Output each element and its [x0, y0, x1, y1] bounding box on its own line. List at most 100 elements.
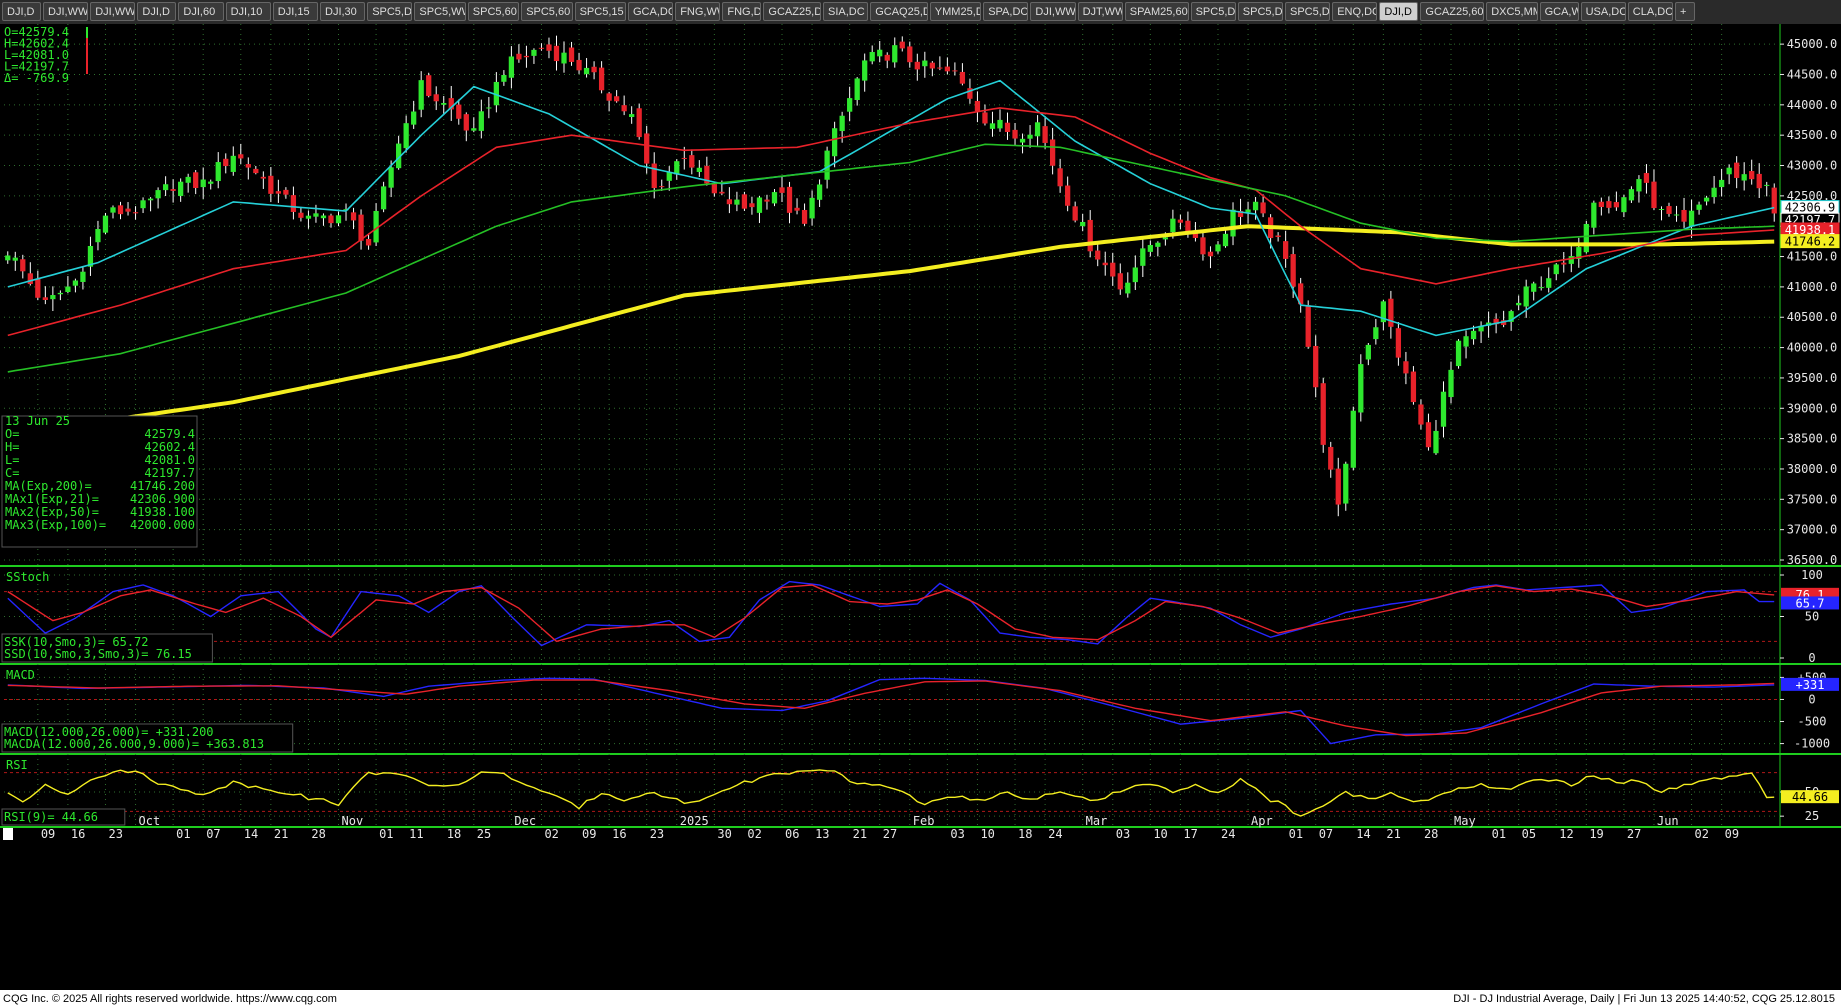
- chart-tab[interactable]: GCAZ25,D: [763, 2, 821, 21]
- candle-body: [328, 215, 334, 224]
- month-label: Nov: [342, 814, 364, 828]
- chart-tab[interactable]: CLA,DC: [1627, 2, 1673, 21]
- candle-body: [20, 259, 26, 272]
- candle-body: [749, 203, 755, 208]
- chart-tab[interactable]: DJI,60: [178, 2, 224, 21]
- chart-area: 36500.0 37000.0 37500.0 38000.0 38500.0 39000…: [0, 24, 1841, 841]
- data-window-key: MAx2(Exp,50)=: [5, 505, 99, 519]
- candle-body: [245, 164, 251, 168]
- candle-body: [102, 215, 109, 233]
- month-label: Feb: [913, 814, 935, 828]
- candle-body: [546, 44, 552, 51]
- candle-body: [1395, 328, 1402, 358]
- chart-tab[interactable]: SIA,DC: [823, 2, 869, 21]
- chart-tab[interactable]: DJI,D: [2, 2, 41, 21]
- chart-tab[interactable]: DJI,10: [225, 2, 271, 21]
- candle-body: [200, 179, 206, 188]
- chart-tab[interactable]: FNG,D: [722, 2, 762, 21]
- month-label: Jun: [1657, 814, 1679, 828]
- chart-tab[interactable]: SPA,DC: [983, 2, 1029, 21]
- candle-body: [1320, 383, 1326, 445]
- month-label: 2025: [680, 814, 709, 828]
- chart-tab[interactable]: DJI,D: [137, 2, 177, 21]
- chart-tab[interactable]: GCAZ25,60: [1420, 2, 1485, 21]
- day-label: 21: [853, 827, 867, 841]
- candle-body: [1425, 422, 1432, 448]
- y-tick-label: 37500.0: [1787, 492, 1838, 506]
- chart-tab[interactable]: SPC5,60: [521, 2, 573, 21]
- chart-tab[interactable]: SPAM25,60: [1124, 2, 1189, 21]
- candle-body: [914, 61, 920, 70]
- chart-tab[interactable]: DJT,WW: [1077, 2, 1123, 21]
- candle-body: [629, 114, 635, 118]
- candle-body: [1749, 171, 1755, 180]
- candle-body: [1651, 181, 1657, 209]
- chart-tab[interactable]: YMM25,D: [929, 2, 982, 21]
- add-tab-button[interactable]: +: [1675, 2, 1695, 21]
- chart-tab[interactable]: GCA,DC: [628, 2, 674, 21]
- candle-body: [1275, 235, 1281, 238]
- stochastic-series: [7, 580, 1775, 647]
- candle-body: [989, 123, 996, 129]
- candle-body: [636, 108, 642, 138]
- chart-tab[interactable]: DJI,WW: [90, 2, 136, 21]
- chart-tab[interactable]: SPC5,WW: [414, 2, 466, 21]
- candle-body: [1215, 244, 1221, 252]
- candle-body: [1636, 179, 1642, 192]
- chart-tab[interactable]: FNG,WW: [675, 2, 721, 21]
- stochastic-panel: 0 50 100: [0, 567, 1841, 665]
- chart-tab[interactable]: SPC5,D: [367, 2, 413, 21]
- candle-body: [1102, 262, 1108, 266]
- candle-body: [5, 255, 11, 261]
- candle-body: [869, 52, 875, 62]
- candle-body: [681, 157, 687, 159]
- chart-tab[interactable]: DJI,15: [272, 2, 318, 21]
- chart-tab[interactable]: SPC5,60: [467, 2, 520, 21]
- day-label: 18: [447, 827, 461, 841]
- y-tick-label: 44000.0: [1787, 98, 1838, 112]
- chart-tab[interactable]: DJI,WW: [1030, 2, 1076, 21]
- y-tick-label: 37000.0: [1787, 523, 1838, 537]
- candle-body: [313, 213, 319, 217]
- candle-body: [1546, 278, 1552, 288]
- chart-tab[interactable]: DJI,D: [1379, 2, 1419, 21]
- candle-body: [809, 197, 815, 219]
- day-label: 06: [785, 827, 799, 841]
- chart-tab[interactable]: SPC5,D: [1190, 2, 1236, 21]
- candle-body: [1034, 122, 1041, 137]
- chart-tab[interactable]: SPC5,D: [1237, 2, 1283, 21]
- indicator-tag-text: 65.7: [1796, 596, 1825, 610]
- y-tick-label: 36500.0: [1787, 553, 1838, 567]
- candle-body: [1726, 167, 1732, 175]
- chart-tab[interactable]: DJI,30: [320, 2, 366, 21]
- candle-body: [1470, 330, 1477, 340]
- y-tick-label: 41500.0: [1787, 250, 1838, 264]
- candle-body: [132, 212, 139, 214]
- day-label: 09: [41, 827, 55, 841]
- candle-body: [1591, 202, 1597, 228]
- candle-body: [1410, 371, 1417, 403]
- candle-body: [1403, 361, 1409, 374]
- price-tag: 41746.2: [1780, 234, 1840, 249]
- day-label: 13: [815, 827, 829, 841]
- day-label: 24: [1048, 827, 1062, 841]
- candle-body: [1057, 168, 1063, 187]
- macd-legend: MACDMACD(12.000,26.000)= +331.200MACDA(1…: [1, 668, 294, 753]
- chart-tab[interactable]: DXC5,MM: [1486, 2, 1538, 21]
- chart-tab[interactable]: GCAQ25,D: [870, 2, 928, 21]
- chart-tab[interactable]: ENQ,DC: [1332, 2, 1378, 21]
- chart-tab[interactable]: SPC5,D: [1285, 2, 1331, 21]
- chart-tab[interactable]: GCA,W: [1539, 2, 1579, 21]
- chart-tab[interactable]: USA,DC: [1580, 2, 1626, 21]
- day-label: 01: [379, 827, 393, 841]
- day-label: 16: [612, 827, 626, 841]
- candle-body: [441, 102, 447, 105]
- candle-body: [1313, 345, 1319, 388]
- candle-body: [1771, 187, 1777, 214]
- candle-body: [516, 53, 522, 60]
- chart-tab[interactable]: DJI,WW: [43, 2, 89, 21]
- candle-body: [1147, 245, 1153, 252]
- candle-body: [253, 168, 259, 174]
- candle-body: [1373, 327, 1379, 340]
- chart-tab[interactable]: SPC5,15: [574, 2, 626, 21]
